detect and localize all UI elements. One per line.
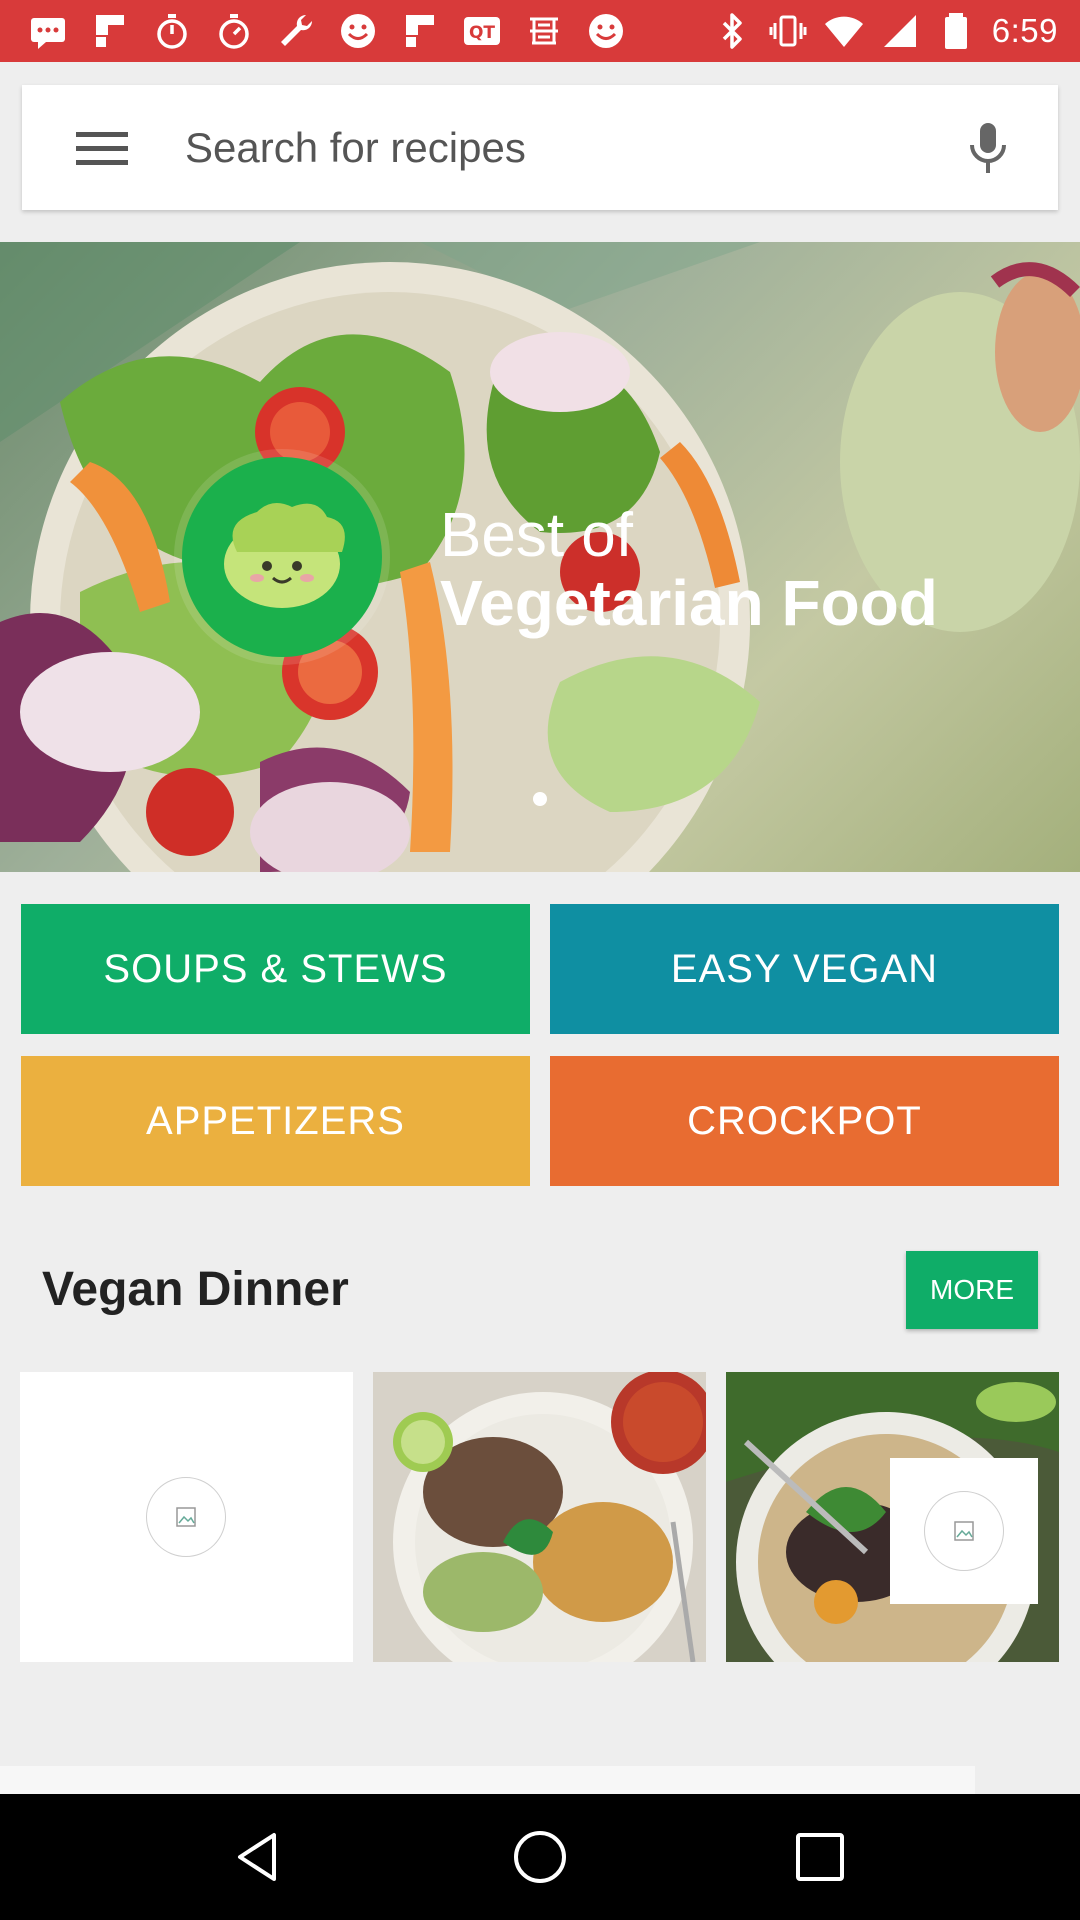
recipe-card[interactable] xyxy=(20,1372,353,1662)
stopwatch-icon xyxy=(214,11,254,51)
recipe-card[interactable] xyxy=(726,1372,1059,1662)
chinese-app-icon xyxy=(524,11,564,51)
category-easy-vegan[interactable]: EASY VEGAN xyxy=(550,904,1059,1034)
search-input[interactable] xyxy=(185,123,958,172)
category-crockpot[interactable]: CROCKPOT xyxy=(550,1056,1059,1186)
flipboard-icon xyxy=(90,11,130,51)
category-appetizers[interactable]: APPETIZERS xyxy=(21,1056,530,1186)
home-button[interactable] xyxy=(505,1822,575,1892)
bottom-strip xyxy=(0,1766,975,1794)
featured-banner[interactable]: Best of Vegetarian Food xyxy=(0,242,1080,872)
battery-icon xyxy=(936,11,976,51)
wrench-icon xyxy=(276,11,316,51)
hamburger-menu-icon xyxy=(76,131,128,165)
qt-icon: QT xyxy=(462,11,502,51)
menu-button[interactable] xyxy=(67,118,137,178)
cabbage-mascot-icon xyxy=(224,503,345,608)
image-loading-placeholder xyxy=(890,1458,1038,1604)
banner-title-line1: Best of xyxy=(440,501,633,570)
banner-title-line2: Vegetarian Food xyxy=(440,567,938,639)
broken-image-icon xyxy=(146,1477,226,1557)
signal-icon xyxy=(880,11,920,51)
system-status-icons: 6:59 xyxy=(712,11,1058,51)
smiley-icon xyxy=(586,11,626,51)
app-logo xyxy=(182,457,382,657)
messages-icon xyxy=(28,11,68,51)
system-navigation-bar xyxy=(0,1794,1080,1920)
vibrate-icon xyxy=(768,11,808,51)
status-bar: QT 6:59 xyxy=(0,0,1080,62)
bluetooth-icon xyxy=(712,11,752,51)
recents-button[interactable] xyxy=(785,1822,855,1892)
recipe-card[interactable] xyxy=(373,1372,706,1662)
back-icon xyxy=(238,1833,276,1881)
more-button[interactable]: MORE xyxy=(906,1251,1038,1329)
microphone-icon xyxy=(970,122,1006,173)
voice-search-button[interactable] xyxy=(958,118,1018,178)
carousel-indicator-dot xyxy=(533,792,547,806)
flipboard-icon xyxy=(400,11,440,51)
notification-icons: QT xyxy=(28,11,626,51)
search-bar xyxy=(22,85,1058,210)
wifi-icon xyxy=(824,11,864,51)
smiley-icon xyxy=(338,11,378,51)
recipe-photo xyxy=(373,1372,706,1662)
banner-title: Best of Vegetarian Food xyxy=(440,501,938,639)
broken-image-icon xyxy=(924,1491,1004,1571)
category-soups-stews[interactable]: SOUPS & STEWS xyxy=(21,904,530,1034)
back-button[interactable] xyxy=(225,1822,295,1892)
home-icon xyxy=(514,1831,566,1883)
svg-text:QT: QT xyxy=(469,23,495,43)
clock: 6:59 xyxy=(991,12,1058,49)
section-title: Vegan Dinner xyxy=(42,1263,349,1316)
recents-icon xyxy=(796,1833,844,1881)
stopwatch-icon xyxy=(152,11,192,51)
